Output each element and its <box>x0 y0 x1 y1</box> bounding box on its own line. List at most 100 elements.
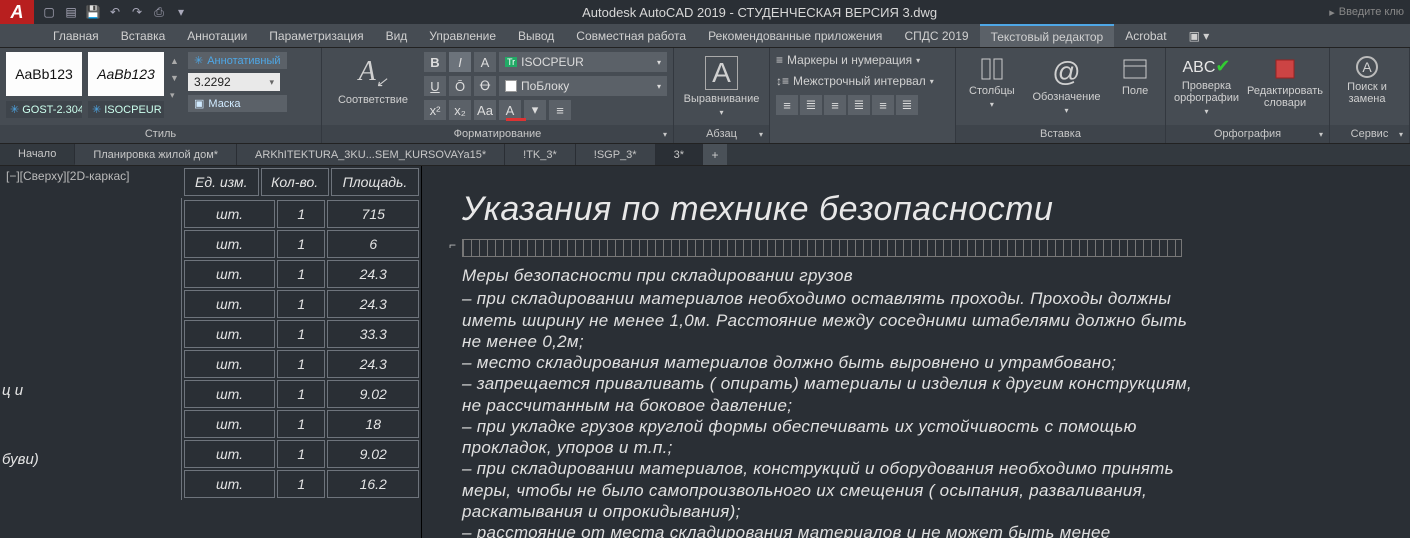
italic-button[interactable]: I <box>449 52 471 72</box>
doc-body[interactable]: Меры безопасности при складировании груз… <box>462 265 1192 538</box>
superscript-button[interactable]: x² <box>424 100 446 120</box>
table-row[interactable]: шт.133.3 <box>184 320 419 348</box>
style-gallery-expand-icon[interactable]: ▾ <box>170 90 182 101</box>
align-center-icon[interactable]: ≣ <box>800 95 822 115</box>
ribbon-tab[interactable]: Вставка <box>110 24 177 47</box>
ribbon-tab[interactable]: Аннотации <box>176 24 258 47</box>
doc-line: – расстояние от места складирования мате… <box>462 522 1192 538</box>
text-height-input[interactable]: 3.2292▾ <box>188 73 280 91</box>
panel-style: AaBb123 ✳GOST-2.304_... AaBb123 ✳ISOCPEU… <box>0 48 322 143</box>
ribbon-tab[interactable]: Acrobat <box>1114 24 1177 47</box>
app-logo[interactable]: A <box>0 0 34 24</box>
document-tabs: Начало Планировка жилой дом*ARKhITEKTURA… <box>0 144 1410 166</box>
tab-start[interactable]: Начало <box>0 144 75 165</box>
ribbon-tab-add[interactable]: ▣ ▾ <box>1178 24 1221 47</box>
align-right-icon[interactable]: ≡ <box>824 95 846 115</box>
font-button[interactable]: A <box>474 52 496 72</box>
strikethrough-button[interactable]: Ꝋ <box>474 76 496 96</box>
table-row[interactable]: шт.19.02 <box>184 440 419 468</box>
document-tab[interactable]: Планировка жилой дом* <box>75 144 237 165</box>
help-search[interactable]: ▸ Введите клю <box>1329 6 1410 19</box>
ribbon-tab[interactable]: Вид <box>375 24 419 47</box>
table-row[interactable]: шт.19.02 <box>184 380 419 408</box>
table-row[interactable]: шт.16 <box>184 230 419 258</box>
print-icon[interactable]: ⎙ <box>150 3 168 21</box>
clear-format-button[interactable]: A <box>499 100 521 120</box>
redo-icon[interactable]: ↷ <box>128 3 146 21</box>
ribbon-tab[interactable]: Главная <box>42 24 110 47</box>
justify-buttons[interactable]: ≡ ≣ ≡ ≣ ≡ ≣ <box>776 94 949 116</box>
ribbon-tab[interactable]: Вывод <box>507 24 565 47</box>
style-scroll-up-icon[interactable]: ▲ <box>170 56 182 66</box>
undo-icon[interactable]: ↶ <box>106 3 124 21</box>
align-left-icon[interactable]: ≡ <box>776 95 798 115</box>
find-replace-button[interactable]: A Поиск и замена <box>1336 52 1398 105</box>
doc-line: – при укладке грузов круглой формы обесп… <box>462 416 1192 459</box>
left-viewport[interactable]: [−][Сверху][2D-каркас] Ед. изм.Кол-во.Пл… <box>0 166 422 538</box>
layer-color-dropdown[interactable]: ПоБлоку▾ <box>499 76 667 96</box>
table-row[interactable]: шт.124.3 <box>184 260 419 288</box>
ribbon-tab[interactable]: Совместная работа <box>565 24 697 47</box>
doc-line: – при складировании материалов необходим… <box>462 288 1192 352</box>
ribbon-tab[interactable]: Параметризация <box>258 24 374 47</box>
underline-button[interactable]: U <box>424 76 446 96</box>
match-properties-button[interactable]: A↙ Соответствие <box>328 52 418 106</box>
spec-table-body[interactable]: шт.1715шт.16шт.124.3шт.124.3шт.133.3шт.1… <box>182 198 421 500</box>
document-tab[interactable]: !SGP_3* <box>576 144 656 165</box>
table-row[interactable]: шт.116.2 <box>184 470 419 498</box>
new-icon[interactable]: ▢ <box>40 3 58 21</box>
text-style-preview-2[interactable]: AaBb123 <box>88 52 164 96</box>
text-editor-viewport[interactable]: Указания по технике безопасности Меры бе… <box>422 166 1410 538</box>
more-format-icon[interactable]: ▾ <box>524 100 546 120</box>
table-row[interactable]: шт.124.3 <box>184 290 419 318</box>
chevron-right-icon: ▸ <box>1329 6 1335 19</box>
save-icon[interactable]: 💾 <box>84 3 102 21</box>
open-icon[interactable]: ▤ <box>62 3 80 21</box>
text-style-name-1[interactable]: ✳GOST-2.304_... <box>6 101 82 118</box>
table-cell: 1 <box>277 290 325 318</box>
qat-dropdown-icon[interactable]: ▾ <box>172 3 190 21</box>
table-row[interactable]: шт.118 <box>184 410 419 438</box>
spec-table[interactable]: Ед. изм.Кол-во.Площадь. <box>182 166 421 198</box>
align-more-icon[interactable]: ≣ <box>896 95 918 115</box>
text-style-name-2[interactable]: ✳ISOCPEUR <box>88 101 164 118</box>
book-icon <box>1272 56 1298 82</box>
subscript-button[interactable]: x₂ <box>449 100 471 120</box>
spellcheck-button[interactable]: ABC✔ Проверка орфографии▾ <box>1172 52 1241 116</box>
edit-dictionaries-button[interactable]: Редактировать словари <box>1247 52 1323 109</box>
annotative-toggle[interactable]: ✳Аннотативный <box>188 52 287 69</box>
ruler-icon[interactable]: ≡ <box>549 100 571 120</box>
field-button[interactable]: Поле <box>1111 52 1159 97</box>
panel-title-style: Стиль <box>0 125 321 143</box>
table-row[interactable]: шт.1715 <box>184 200 419 228</box>
table-cell: шт. <box>184 230 275 258</box>
ribbon-tab[interactable]: Рекомендованные приложения <box>697 24 893 47</box>
alignment-button[interactable]: A Выравнивание ▾ <box>687 52 757 117</box>
ribbon-tab[interactable]: СПДС 2019 <box>893 24 979 47</box>
bullets-numbering-button[interactable]: ≡Маркеры и нумерация▾ <box>776 52 949 68</box>
new-tab-button[interactable]: + <box>703 144 727 165</box>
viewport-label[interactable]: [−][Сверху][2D-каркас] <box>0 166 182 198</box>
case-button[interactable]: Aa <box>474 100 496 120</box>
style-scroll-down-icon[interactable]: ▼ <box>170 73 182 83</box>
text-ruler[interactable] <box>462 239 1182 257</box>
ribbon-tab[interactable]: Управление <box>418 24 507 47</box>
annot-star-icon: ✳ <box>92 103 101 116</box>
bold-button[interactable]: B <box>424 52 446 72</box>
overline-button[interactable]: Ō <box>449 76 471 96</box>
align-justify-icon[interactable]: ≣ <box>848 95 870 115</box>
mask-button[interactable]: ▣Маска <box>188 95 287 112</box>
ribbon-tab[interactable]: Текстовый редактор <box>980 24 1115 47</box>
doc-heading[interactable]: Указания по технике безопасности <box>462 190 1410 229</box>
doc-subheading: Меры безопасности при складировании груз… <box>462 265 1192 286</box>
document-tab[interactable]: ARKhITEKTURA_3KU...SEM_KURSOVAYa15* <box>237 144 505 165</box>
columns-button[interactable]: Столбцы▾ <box>962 52 1022 109</box>
table-row[interactable]: шт.124.3 <box>184 350 419 378</box>
document-tab[interactable]: !TK_3* <box>505 144 576 165</box>
font-dropdown[interactable]: TrISOCPEUR▾ <box>499 52 667 72</box>
line-spacing-button[interactable]: ↕≡Межстрочный интервал▾ <box>776 73 949 89</box>
text-style-preview-1[interactable]: AaBb123 <box>6 52 82 96</box>
symbol-button[interactable]: @ Обозначение▾ <box>1028 52 1106 115</box>
align-dist-icon[interactable]: ≡ <box>872 95 894 115</box>
document-tab[interactable]: 3* <box>656 144 703 165</box>
